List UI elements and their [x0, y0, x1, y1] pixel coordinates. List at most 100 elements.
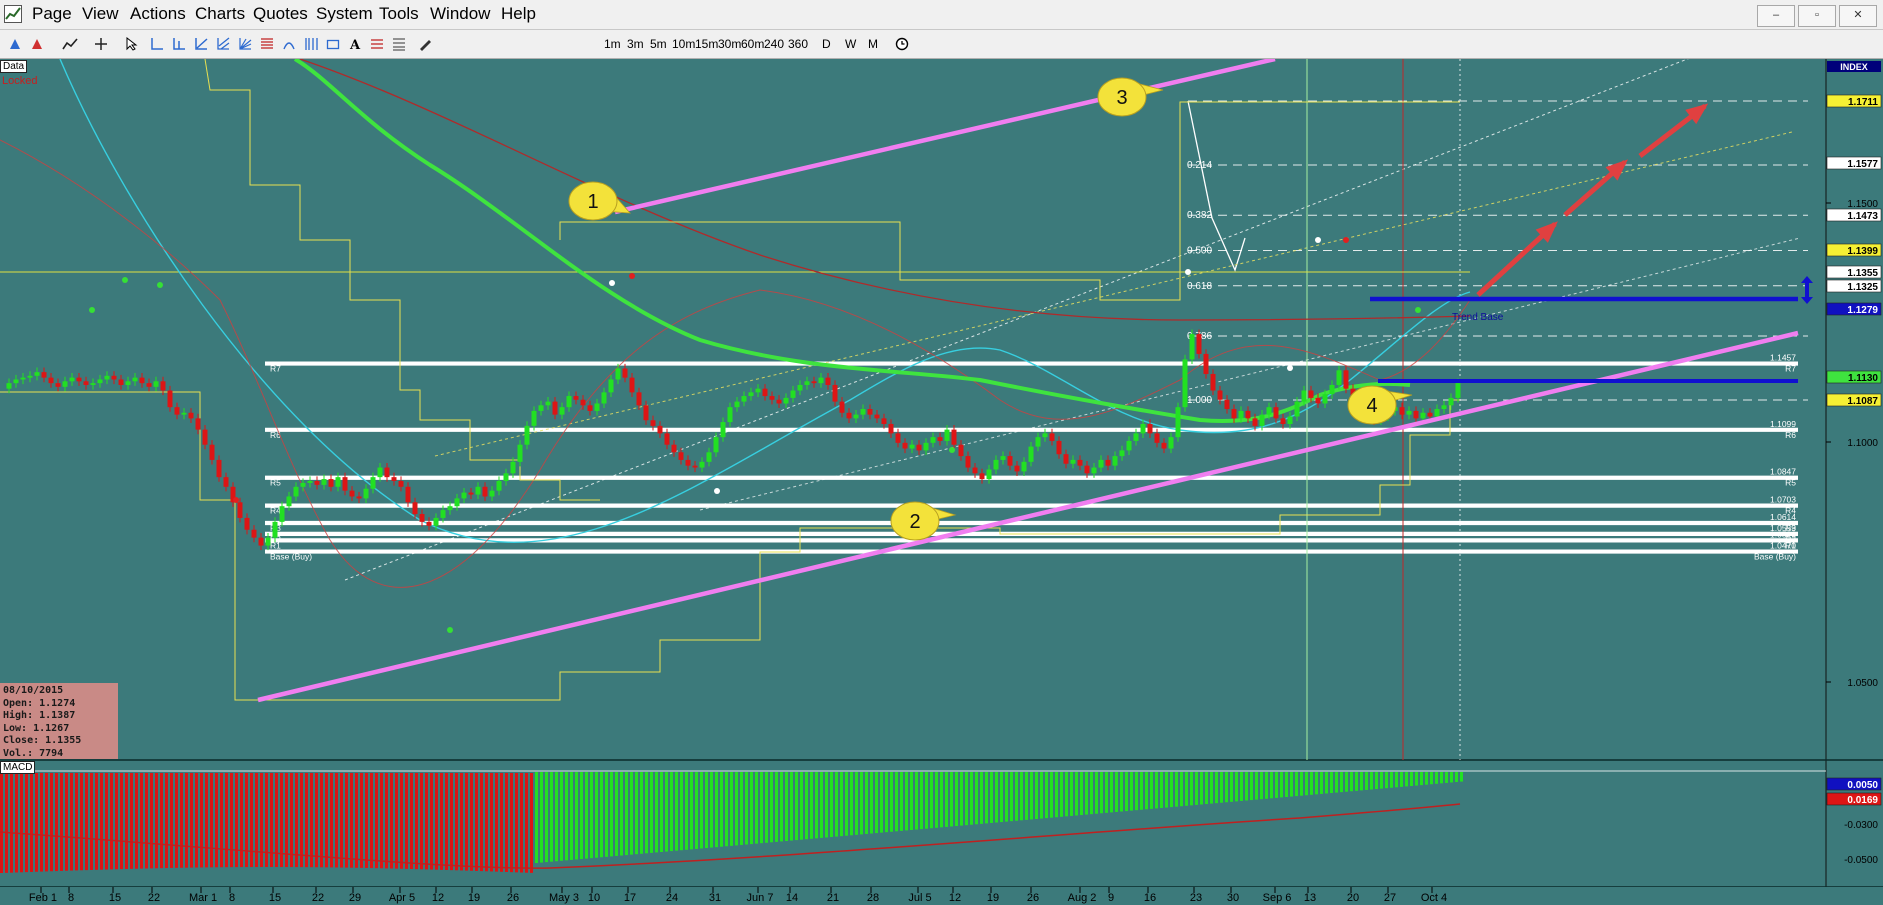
macd-histogram-bar	[1200, 772, 1203, 805]
macd-histogram-bar	[545, 772, 548, 863]
macd-histogram-bar	[995, 772, 998, 823]
candle-body	[1112, 456, 1118, 466]
candle-body	[944, 429, 950, 441]
date-label: 8	[229, 892, 235, 904]
period-daily[interactable]: D	[822, 37, 831, 51]
timeframe-360[interactable]: 360	[788, 37, 808, 51]
timeframe-15m[interactable]: 15m	[695, 37, 718, 51]
menu-actions[interactable]: Actions	[126, 4, 190, 24]
menu-window[interactable]: Window	[426, 4, 494, 24]
timeframe-240[interactable]: 240	[764, 37, 784, 51]
signal-dot-white	[1287, 365, 1293, 371]
clock-icon[interactable]	[895, 37, 909, 51]
macd-histogram-bar	[1125, 772, 1128, 812]
close-button[interactable]: ✕	[1839, 5, 1877, 27]
timeframe-5m[interactable]: 5m	[650, 37, 667, 51]
menu-quotes[interactable]: Quotes	[249, 4, 312, 24]
macd-histogram-bar	[1115, 772, 1118, 812]
tool-vline-icon[interactable]	[172, 37, 186, 51]
tool-arrow-blue-icon[interactable]	[8, 37, 22, 51]
macd-histogram-bar	[120, 773, 123, 870]
candle-body	[1252, 418, 1258, 426]
macd-histogram-bar	[240, 773, 243, 868]
restore-button[interactable]: ▫	[1798, 5, 1836, 27]
pivot-name-label: Base (Buy)	[1754, 552, 1796, 562]
tool-timezones-icon[interactable]	[304, 37, 318, 51]
signal-dot-white	[609, 280, 615, 286]
tool-fan-icon[interactable]	[238, 37, 252, 51]
candle-body	[1168, 437, 1174, 449]
tool-pencil-icon[interactable]	[418, 37, 432, 51]
macd-histogram-bar	[285, 773, 288, 868]
fib-label: 0.618	[1187, 281, 1212, 292]
candle-body	[783, 397, 789, 404]
tool-pivots-icon[interactable]	[370, 37, 384, 51]
macd-histogram-bar	[565, 772, 568, 861]
tool-arrow-red-icon[interactable]	[30, 37, 44, 51]
tool-channel-icon[interactable]	[216, 37, 230, 51]
macd-histogram-bar	[15, 773, 18, 873]
tool-chart-icon[interactable]	[62, 37, 78, 51]
macd-histogram-bar	[535, 772, 538, 863]
period-weekly[interactable]: W	[845, 37, 856, 51]
macd-histogram-bar	[1045, 772, 1048, 819]
tool-pointer-icon[interactable]	[126, 37, 138, 51]
candle-body	[125, 381, 131, 385]
candle-body	[1231, 409, 1237, 419]
pivot-name-label: R6	[1785, 430, 1796, 440]
tool-crosshair-icon[interactable]	[94, 37, 108, 51]
macd-histogram-bar	[95, 773, 98, 870]
macd-histogram-bar	[1085, 772, 1088, 815]
menu-charts[interactable]: Charts	[191, 4, 249, 24]
macd-histogram-bar	[855, 772, 858, 835]
macd-histogram-bar	[1245, 772, 1248, 801]
macd-histogram-bar	[1400, 772, 1403, 787]
tool-text-icon[interactable]: A	[348, 37, 362, 51]
candle-body	[1217, 390, 1223, 400]
macd-histogram-bar	[650, 772, 653, 853]
tool-trendline-icon[interactable]	[194, 37, 208, 51]
menu-help[interactable]: Help	[497, 4, 540, 24]
date-label: 19	[468, 892, 480, 904]
macd-histogram-bar	[1250, 772, 1253, 801]
macd-histogram-bar	[70, 773, 73, 871]
macd-histogram-bar	[1070, 772, 1073, 816]
date-label: 22	[312, 892, 324, 904]
app-chart-icon[interactable]	[4, 5, 22, 23]
timeframe-1m[interactable]: 1m	[604, 37, 621, 51]
candle-body	[41, 372, 47, 378]
macd-histogram-bar	[465, 773, 468, 871]
price-chart[interactable]: 1.1457R7R71.1099R6R61.0847R5R51.0703R4R4…	[0, 59, 1883, 905]
macd-histogram-bar	[1305, 772, 1308, 796]
macd-histogram-bar	[1105, 772, 1108, 813]
menu-tools[interactable]: Tools	[375, 4, 423, 24]
macd-histogram-bar	[640, 772, 643, 854]
pivot-name-left: R4	[270, 506, 281, 516]
candle-body	[895, 433, 901, 443]
date-label: Apr 5	[389, 892, 415, 904]
menu-page[interactable]: Page	[28, 4, 76, 24]
tool-lines-icon[interactable]	[392, 37, 406, 51]
timeframe-60m[interactable]: 60m	[741, 37, 764, 51]
timeframe-30m[interactable]: 30m	[718, 37, 741, 51]
macd-histogram-bar	[805, 772, 808, 840]
candle-body	[713, 437, 719, 453]
macd-histogram-bar	[1090, 772, 1093, 815]
period-monthly[interactable]: M	[868, 37, 878, 51]
menu-view[interactable]: View	[78, 4, 123, 24]
minimize-button[interactable]: –	[1757, 5, 1795, 27]
tool-fibonacci-icon[interactable]	[260, 37, 274, 51]
timeframe-10m[interactable]: 10m	[672, 37, 695, 51]
timeframe-3m[interactable]: 3m	[627, 37, 644, 51]
tool-arc-icon[interactable]	[282, 37, 296, 51]
macd-histogram-bar	[850, 772, 853, 836]
macd-histogram-bar	[865, 772, 868, 834]
tool-rectangle-icon[interactable]	[326, 37, 340, 51]
tool-hline-icon[interactable]	[150, 37, 164, 51]
menu-system[interactable]: System	[312, 4, 377, 24]
toolbar: A 1m 3m 5m 10m 15m 30m 60m 240 360 D W M	[0, 30, 1883, 59]
date-label: 22	[148, 892, 160, 904]
macd-histogram-bar	[370, 773, 373, 869]
macd-histogram-bar	[1180, 772, 1183, 807]
candle-body	[76, 377, 82, 382]
